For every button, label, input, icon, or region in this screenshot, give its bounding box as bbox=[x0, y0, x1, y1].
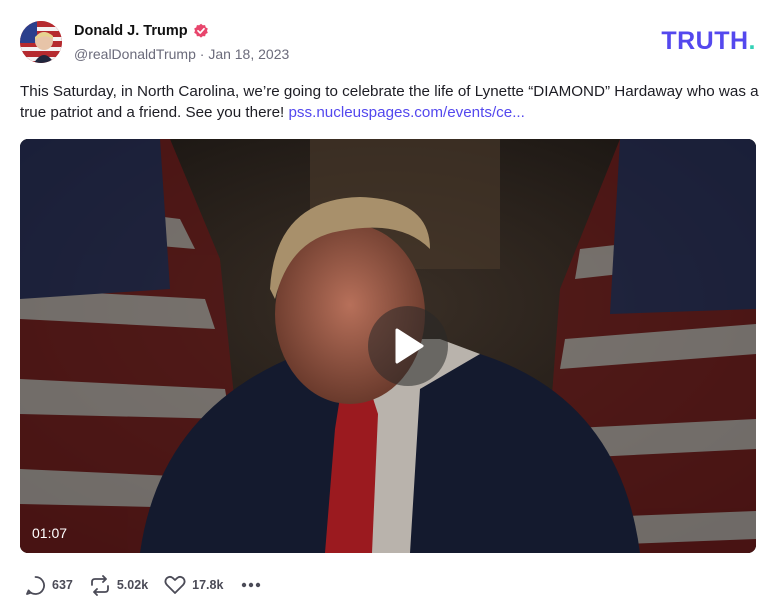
play-button[interactable] bbox=[368, 306, 448, 386]
repost-icon bbox=[90, 574, 109, 596]
name-row: Donald J. Trump bbox=[74, 23, 209, 39]
verified-badge-icon bbox=[193, 23, 209, 39]
video-player[interactable]: 01:07 bbox=[20, 139, 756, 553]
meta-separator: · bbox=[199, 46, 205, 62]
more-icon bbox=[242, 582, 261, 588]
retruth-count: 5.02k bbox=[116, 578, 149, 592]
post-body: This Saturday, in North Carolina, we’re … bbox=[20, 82, 760, 123]
comment-icon bbox=[26, 575, 45, 595]
retruth-button[interactable]: 5.02k bbox=[89, 574, 149, 596]
post-header: Donald J. Trump @realDonaldTrump · Jan 1… bbox=[20, 21, 756, 65]
display-name[interactable]: Donald J. Trump bbox=[74, 23, 188, 39]
logo-text: TRUTH bbox=[661, 27, 749, 55]
reply-button[interactable]: 637 bbox=[25, 575, 73, 596]
post-link[interactable]: pss.nucleuspages.com/events/ce... bbox=[288, 104, 524, 121]
post-meta: @realDonaldTrump · Jan 18, 2023 bbox=[74, 46, 289, 62]
more-button[interactable] bbox=[241, 582, 261, 588]
like-count: 17.8k bbox=[192, 578, 224, 592]
video-duration: 01:07 bbox=[32, 525, 68, 541]
play-icon bbox=[395, 328, 424, 364]
avatar[interactable] bbox=[20, 21, 62, 63]
handle[interactable]: @realDonaldTrump bbox=[74, 46, 196, 62]
post-actions: 637 5.02k 17.8k bbox=[25, 574, 261, 596]
like-button[interactable]: 17.8k bbox=[164, 575, 223, 595]
post-date[interactable]: Jan 18, 2023 bbox=[208, 46, 289, 62]
heart-icon bbox=[164, 575, 186, 594]
logo-dot: . bbox=[748, 27, 756, 55]
truth-logo: TRUTH. bbox=[661, 27, 756, 56]
reply-count: 637 bbox=[52, 578, 73, 592]
